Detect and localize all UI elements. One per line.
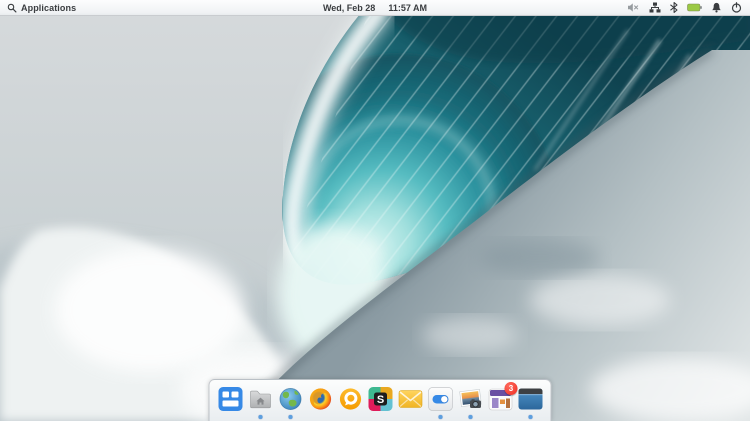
running-indicator xyxy=(438,415,442,419)
dock-item-mail[interactable] xyxy=(397,386,424,419)
mail-icon xyxy=(397,386,423,412)
dock-item-files[interactable] xyxy=(247,386,274,419)
multitasking-view-icon xyxy=(217,386,243,412)
chat-bubble-icon xyxy=(337,386,363,412)
running-indicator xyxy=(288,415,292,419)
applications-menu[interactable]: Applications xyxy=(0,3,76,13)
dock-item-web-browser[interactable] xyxy=(277,386,304,419)
power-icon[interactable] xyxy=(731,2,742,13)
battery-full-icon[interactable] xyxy=(687,3,702,12)
running-indicator xyxy=(528,415,532,419)
volume-muted-icon[interactable] xyxy=(627,2,640,13)
panel-date: Wed, Feb 28 xyxy=(323,3,375,13)
wallpaper-ocean-wave xyxy=(0,0,750,421)
dock-item-firefox[interactable] xyxy=(307,386,334,419)
dock-item-slack[interactable]: S xyxy=(367,386,394,419)
slack-icon: S xyxy=(367,386,393,412)
network-wired-icon[interactable] xyxy=(649,2,661,13)
dock: S xyxy=(209,379,552,421)
dock-item-terminal[interactable] xyxy=(517,386,544,419)
dock-item-system-settings[interactable] xyxy=(427,386,454,419)
search-icon xyxy=(7,3,17,13)
terminal-icon xyxy=(517,386,543,412)
dock-item-appcenter[interactable]: 3 xyxy=(487,386,514,419)
photos-icon xyxy=(457,386,483,412)
bluetooth-icon[interactable] xyxy=(670,2,678,13)
running-indicator xyxy=(468,415,472,419)
top-panel: Applications Wed, Feb 28 11:57 AM xyxy=(0,0,750,16)
system-settings-icon xyxy=(427,386,453,412)
slack-letter: S xyxy=(376,394,383,406)
files-icon xyxy=(247,386,273,412)
system-indicators xyxy=(627,2,750,13)
dock-item-multitasking-view[interactable] xyxy=(217,386,244,419)
firefox-icon xyxy=(307,386,333,412)
running-indicator xyxy=(258,415,262,419)
web-browser-icon xyxy=(277,386,303,412)
dock-item-chat[interactable] xyxy=(337,386,364,419)
applications-label: Applications xyxy=(21,3,76,13)
dock-item-photos[interactable] xyxy=(457,386,484,419)
panel-time: 11:57 AM xyxy=(388,3,427,13)
notifications-bell-icon[interactable] xyxy=(711,2,722,13)
